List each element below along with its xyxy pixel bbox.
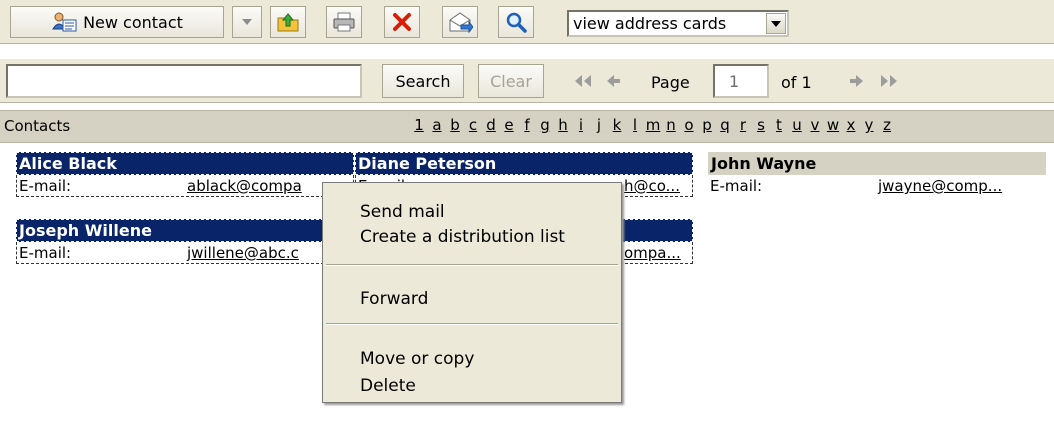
letter-v[interactable]: v [806,116,824,134]
email-link[interactable]: jwillene@abc.c [187,242,299,264]
menu-item-delete[interactable]: Delete [360,376,416,396]
page-label: Page [651,73,690,92]
letter-g[interactable]: g [536,116,554,134]
letter-e[interactable]: e [500,116,518,134]
email-link[interactable]: jwayne@comp... [878,175,1002,197]
letter-t[interactable]: t [770,116,788,134]
last-page-icon[interactable] [878,72,900,94]
letter-q[interactable]: q [716,116,734,134]
delete-x-icon [392,12,412,32]
prev-page-icon[interactable] [605,72,623,94]
contact-card-alice-black[interactable]: Alice Black E-mail: ablack@compa [16,152,354,197]
send-mail-icon [447,11,473,33]
contact-name[interactable]: Diane Peterson [355,152,693,175]
letter-z[interactable]: z [878,116,896,134]
letter-b[interactable]: b [446,116,464,134]
menu-item-move-or-copy[interactable]: Move or copy [360,349,474,369]
letter-f[interactable]: f [518,116,536,134]
dropdown-arrow-icon [241,18,253,26]
new-contact-label: New contact [83,12,183,32]
letter-i[interactable]: i [572,116,590,134]
letter-x[interactable]: x [842,116,860,134]
contact-email-row: E-mail: ablack@compa [16,175,354,197]
email-link[interactable]: h@co... [624,175,680,197]
search-magnifier-icon [505,11,527,33]
menu-item-create-distribution-list[interactable]: Create a distribution list [360,227,565,247]
contact-card-icon [51,11,77,33]
letter-y[interactable]: y [860,116,878,134]
letter-m[interactable]: m [644,116,662,134]
page-of-label: of 1 [781,73,812,92]
search-button-toolbar[interactable] [498,6,534,38]
view-select-value: view address cards [573,14,727,33]
view-select[interactable]: view address cards [567,10,789,37]
letter-c[interactable]: c [464,116,482,134]
page-number-input[interactable]: 1 [713,64,769,98]
send-mail-button[interactable] [442,6,478,38]
contact-email-row: E-mail: jwayne@comp... [708,175,1046,197]
email-link[interactable]: ablack@compa [187,175,302,197]
letter-u[interactable]: u [788,116,806,134]
letter-s[interactable]: s [752,116,770,134]
email-label: E-mail: [19,244,72,262]
main-toolbar: New contact view address cards [0,0,1054,44]
import-button[interactable] [270,6,306,38]
email-label: E-mail: [710,177,763,195]
email-label: E-mail: [19,177,72,195]
letter-d[interactable]: d [482,116,500,134]
letter-a[interactable]: a [428,116,446,134]
first-page-icon[interactable] [572,72,594,94]
letter-1[interactable]: 1 [410,116,428,134]
alphabet-filter: 1 a b c d e f g h i j k l m n o p q r s … [410,116,896,134]
clear-button[interactable]: Clear [478,64,544,98]
letter-j[interactable]: j [590,116,608,134]
contacts-label: Contacts [4,117,71,135]
new-contact-button[interactable]: New contact [10,6,224,38]
letter-w[interactable]: w [824,116,842,134]
search-input[interactable] [6,64,362,98]
letter-k[interactable]: k [608,116,626,134]
contact-name[interactable]: John Wayne [708,152,1046,175]
menu-separator [326,264,618,266]
menu-item-forward[interactable]: Forward [360,289,428,309]
next-page-icon[interactable] [847,72,865,94]
letter-p[interactable]: p [698,116,716,134]
contact-card-joseph-willene[interactable]: Joseph Willene E-mail: jwillene@abc.c [16,219,354,264]
new-contact-dropdown-button[interactable] [232,6,262,38]
email-link[interactable]: ompa... [624,242,681,264]
view-select-arrow-icon[interactable] [766,13,786,34]
contact-email-row: E-mail: jwillene@abc.c [16,242,354,264]
menu-item-send-mail[interactable]: Send mail [360,202,445,222]
delete-button[interactable] [384,6,420,38]
context-menu: Send mail Create a distribution list For… [322,182,622,403]
print-icon [332,11,356,33]
letter-h[interactable]: h [554,116,572,134]
letter-l[interactable]: l [626,116,644,134]
letter-r[interactable]: r [734,116,752,134]
folder-up-icon [276,11,300,33]
letter-n[interactable]: n [662,116,680,134]
contact-name[interactable]: Alice Black [16,152,354,175]
search-button[interactable]: Search [382,64,464,98]
contact-card-john-wayne[interactable]: John Wayne E-mail: jwayne@comp... [708,152,1046,197]
menu-separator [326,323,618,325]
letter-o[interactable]: o [680,116,698,134]
print-button[interactable] [326,6,362,38]
contact-name[interactable]: Joseph Willene [16,219,354,242]
